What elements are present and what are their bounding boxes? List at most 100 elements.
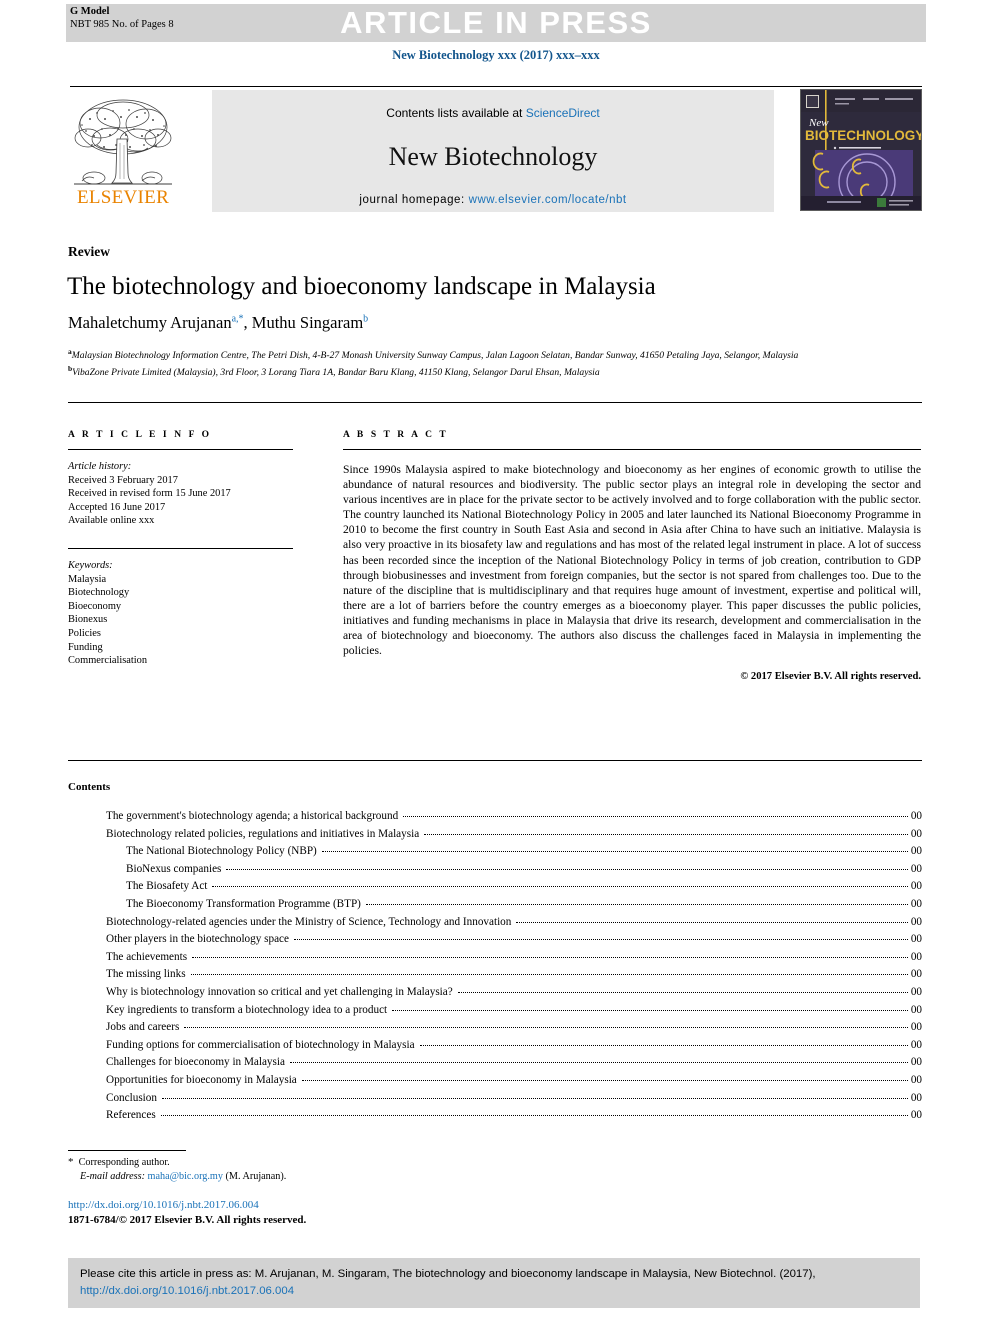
affiliation-a: aMalaysian Biotechnology Information Cen… <box>68 346 948 363</box>
toc-leader-dots <box>212 877 908 888</box>
toc-entry[interactable]: Biotechnology-related agencies under the… <box>68 914 922 932</box>
article-in-press-banner: ARTICLE IN PRESS <box>66 4 926 42</box>
toc-entry-label: The National Biotechnology Policy (NBP) <box>126 845 317 858</box>
toc-leader-dots <box>161 1089 908 1099</box>
toc-entry[interactable]: Challenges for bioeconomy in Malaysia 00 <box>68 1054 922 1072</box>
keyword-item: Funding <box>68 641 103 653</box>
g-model-label: G Model <box>70 6 110 17</box>
affiliation-b-text: VibaZone Private Limited (Malaysia), 3rd… <box>72 366 600 378</box>
toc-entry[interactable]: The Biosafety Act 00 <box>68 878 922 896</box>
author-name-1: Mahaletchumy Arujanan <box>68 313 232 332</box>
abstract-column: A B S T R A C T Since 1990s Malaysia asp… <box>343 430 921 682</box>
cite-doi-link[interactable]: http://dx.doi.org/10.1016/j.nbt.2017.06.… <box>80 1285 294 1297</box>
article-type: Review <box>68 244 110 259</box>
journal-homepage-label: journal homepage: <box>359 194 465 206</box>
toc-entry-page: 00 <box>910 1021 922 1034</box>
toc-entry-label: Why is biotechnology innovation so criti… <box>106 985 453 998</box>
toc-entry[interactable]: Conclusion 00 <box>68 1090 922 1108</box>
toc-leader-dots <box>184 1018 908 1029</box>
toc-entry[interactable]: Jobs and careers 00 <box>68 1019 922 1037</box>
toc-entry-page: 00 <box>910 1003 922 1016</box>
toc-entry[interactable]: BioNexus companies 00 <box>68 861 922 879</box>
toc-entry[interactable]: The achievements 00 <box>68 949 922 967</box>
email-label: E-mail address: <box>80 1170 145 1182</box>
toc-entry[interactable]: Funding options for commercialisation of… <box>68 1037 922 1055</box>
toc-entry-page: 00 <box>910 915 922 928</box>
article-info-heading: A R T I C L E I N F O <box>68 430 212 440</box>
toc-entry[interactable]: Biotechnology related policies, regulati… <box>68 826 922 844</box>
toc-leader-dots <box>321 842 908 853</box>
article-in-press-text: ARTICLE IN PRESS <box>340 5 652 40</box>
history-received: Received 3 February 2017 <box>68 474 178 486</box>
toc-entry-label: The achievements <box>106 950 188 963</box>
toc-entry[interactable]: Opportunities for bioeconomy in Malaysia… <box>68 1072 922 1090</box>
toc-entry-page: 00 <box>910 1038 922 1051</box>
toc-leader-dots <box>365 895 908 905</box>
toc-entry[interactable]: Other players in the biotechnology space… <box>68 931 922 949</box>
toc-entry-page: 00 <box>910 880 922 893</box>
toc-entry-label: Biotechnology-related agencies under the… <box>106 915 512 928</box>
history-revised: Received in revised form 15 June 2017 <box>68 488 231 500</box>
cite-this-article-box: Please cite this article in press as: M.… <box>68 1258 920 1308</box>
journal-masthead: ELSEVIER Contents lists available at Sci… <box>70 86 922 215</box>
issn-copyright-line: 1871-6784/© 2017 Elsevier B.V. All right… <box>68 1213 307 1226</box>
toc-entry[interactable]: The missing links 00 <box>68 966 922 984</box>
affiliation-b: bVibaZone Private Limited (Malaysia), 3r… <box>68 363 948 380</box>
contents-lists-prefix: Contents lists available at <box>386 106 526 120</box>
toc-entry-page: 00 <box>910 1091 922 1104</box>
paper-page: ARTICLE IN PRESS G Model NBT 985 No. of … <box>0 0 992 1323</box>
toc-entry-page: 00 <box>910 1056 922 1069</box>
journal-title: New Biotechnology <box>388 142 598 171</box>
footnote-divider <box>68 1150 186 1151</box>
author-list: Mahaletchumy Arujanana,*, Muthu Singaram… <box>68 313 888 333</box>
toc-entry[interactable]: The National Biotechnology Policy (NBP) 0… <box>68 843 922 861</box>
toc-entry-label: Challenges for bioeconomy in Malaysia <box>106 1056 285 1069</box>
email-link[interactable]: maha@bic.org.my <box>148 1171 223 1182</box>
toc-leader-dots <box>403 807 908 817</box>
toc-entry-label: Biotechnology related policies, regulati… <box>106 827 420 840</box>
toc-leader-dots <box>424 825 908 835</box>
toc-entry[interactable]: References 00 <box>68 1107 922 1125</box>
divider-above-article-info <box>68 402 922 403</box>
toc-entry-label: Key ingredients to transform a biotechno… <box>106 1003 388 1016</box>
toc-entry-page: 00 <box>910 862 922 875</box>
toc-entry-page: 00 <box>910 897 922 910</box>
toc-leader-dots <box>301 1071 908 1081</box>
toc-leader-dots <box>419 1036 908 1046</box>
keyword-item: Malaysia <box>68 573 107 585</box>
doi-link[interactable]: http://dx.doi.org/10.1016/j.nbt.2017.06.… <box>68 1198 306 1213</box>
journal-cover-thumbnail: New BIOTECHNOLOGY <box>800 89 922 211</box>
toc-entry-label: BioNexus companies <box>126 862 222 875</box>
history-online: Available online xxx <box>68 515 155 527</box>
footnote-block: * Corresponding author. E-mail address: … <box>68 1156 568 1183</box>
author-1-affiliation-marks: a, <box>231 313 239 325</box>
toc-entry[interactable]: The government's biotechnology agenda; a… <box>68 808 922 826</box>
toc-leader-dots <box>190 965 908 976</box>
toc-leader-dots <box>516 913 908 923</box>
sciencedirect-link[interactable]: ScienceDirect <box>526 106 600 120</box>
article-history-block: Article history: Received 3 February 201… <box>68 460 293 528</box>
toc-entry-page: 00 <box>910 950 922 963</box>
toc-entry-label: Funding options for commercialisation of… <box>106 1038 415 1051</box>
author-2-affiliation-marks: b <box>363 313 369 325</box>
email-attribution: (M. Arujanan). <box>225 1170 287 1182</box>
manuscript-id: NBT 985 No. of Pages 8 <box>70 18 174 30</box>
article-info-column: A R T I C L E I N F O Article history: R… <box>68 430 293 668</box>
toc-entry-label: The Bioeconomy Transformation Programme … <box>126 897 361 910</box>
keyword-item: Bionexus <box>68 614 108 626</box>
toc-entry[interactable]: The Bioeconomy Transformation Programme … <box>68 896 922 914</box>
masthead-center-block: Contents lists available at ScienceDirec… <box>212 90 774 212</box>
article-history-label: Article history: <box>68 461 132 472</box>
toc-leader-dots <box>293 930 908 941</box>
toc-entry-page: 00 <box>910 1073 922 1086</box>
toc-entry[interactable]: Why is biotechnology innovation so criti… <box>68 984 922 1002</box>
toc-entry-page: 00 <box>910 827 922 840</box>
keywords-label: Keywords: <box>68 559 113 571</box>
toc-entry[interactable]: Key ingredients to transform a biotechno… <box>68 1002 922 1020</box>
toc-leader-dots <box>226 860 908 870</box>
author-name-2: , Muthu Singaram <box>243 313 364 332</box>
history-accepted: Accepted 16 June 2017 <box>68 501 166 513</box>
toc-entry-page: 00 <box>910 985 922 998</box>
journal-homepage-url[interactable]: www.elsevier.com/locate/nbt <box>469 194 627 206</box>
toc-entry-label: References <box>106 1109 156 1122</box>
